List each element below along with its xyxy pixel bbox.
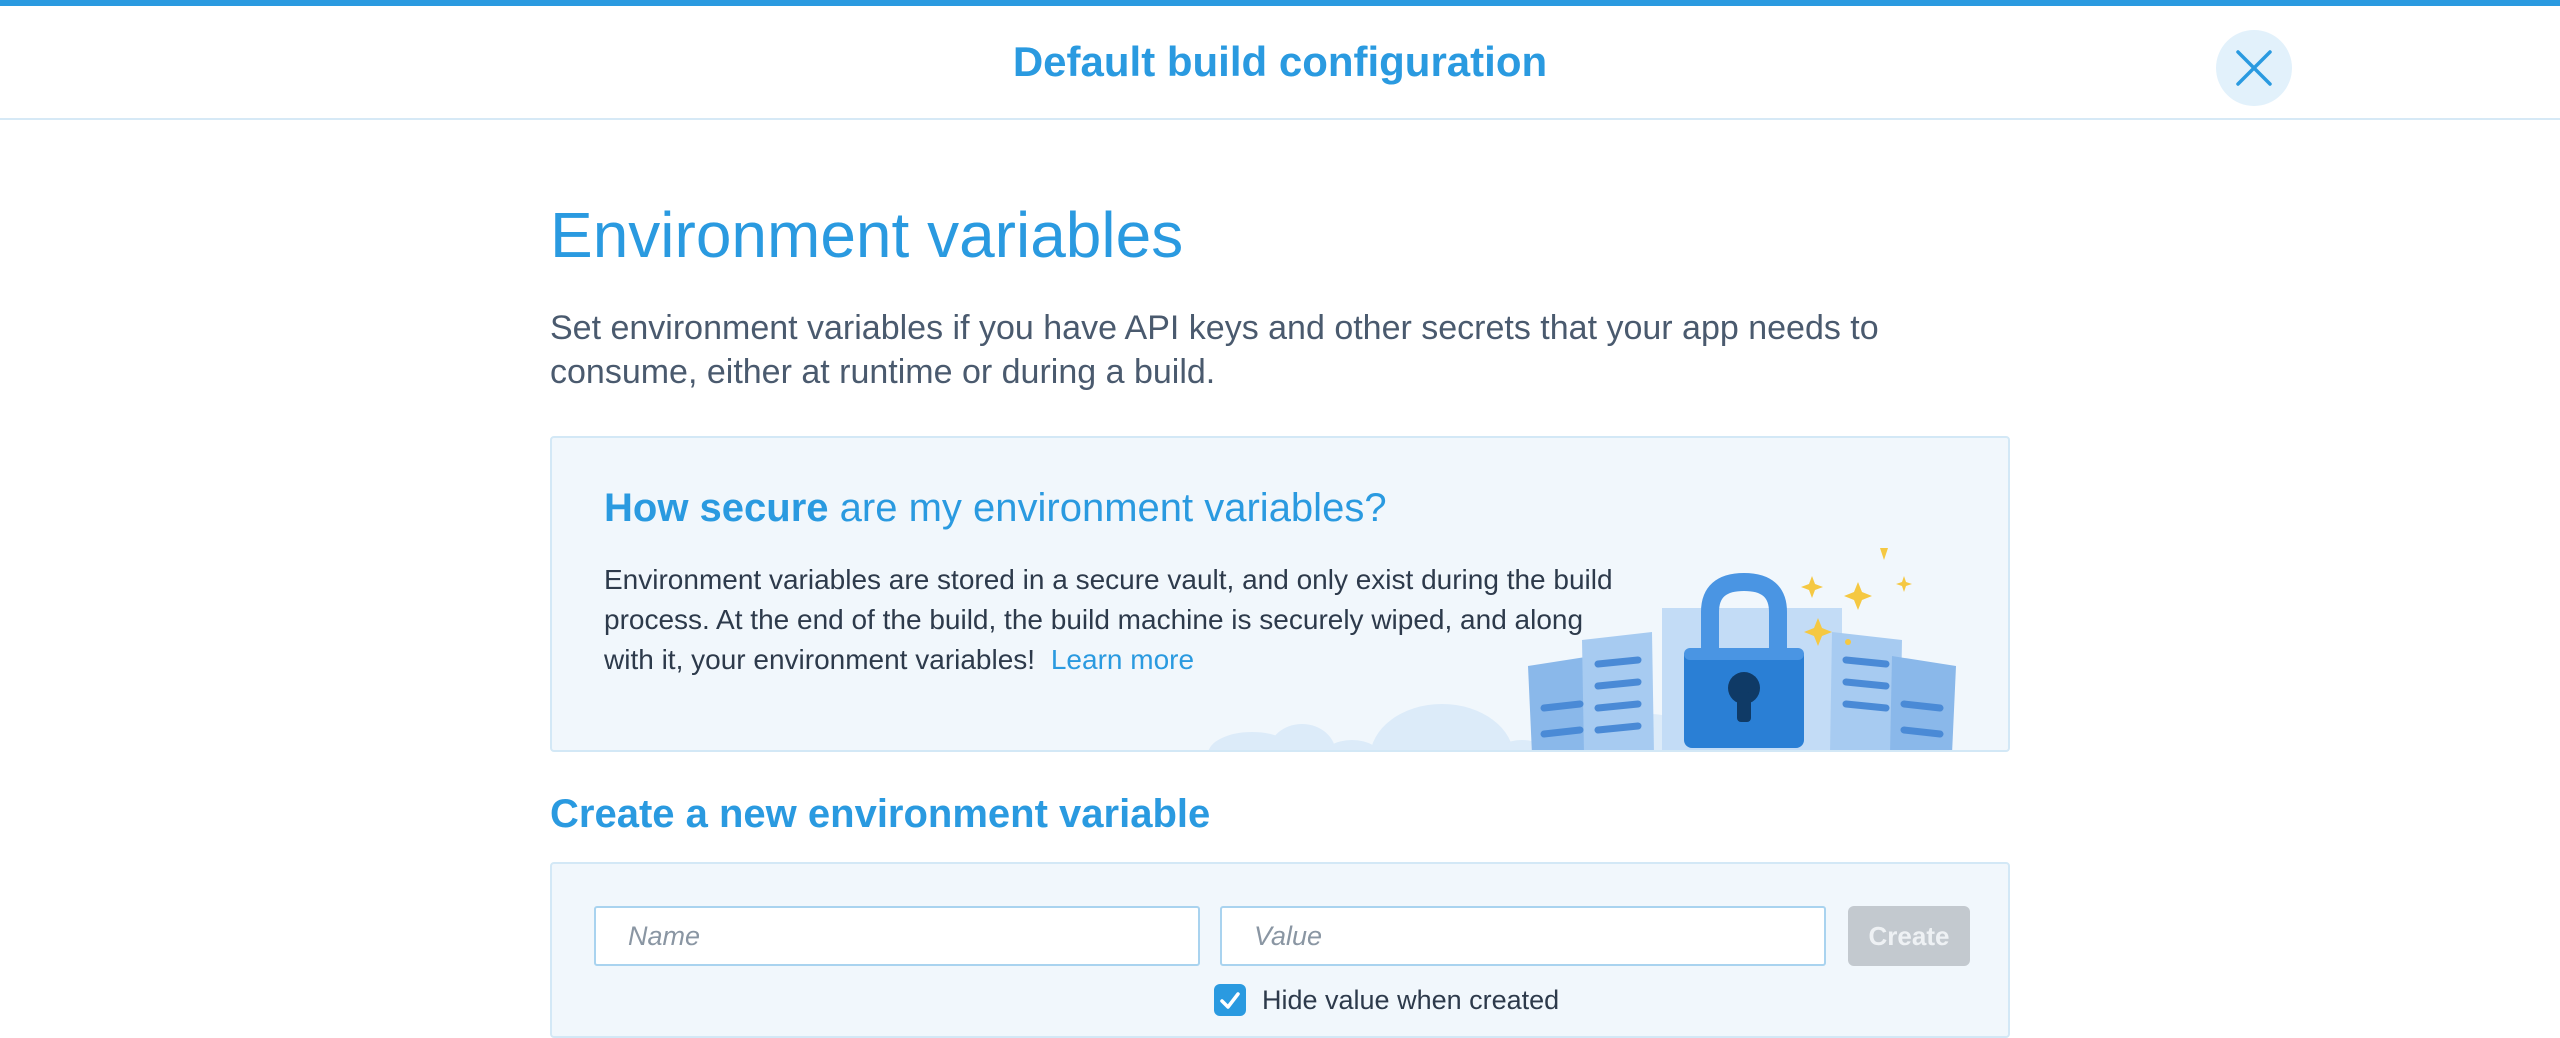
create-heading-rest: environment variable	[796, 792, 1211, 836]
close-icon	[2236, 50, 2272, 86]
info-heading-rest: are my environment variables?	[828, 486, 1387, 530]
info-heading: How secure are my environment variables?	[604, 486, 1387, 531]
hide-value-label: Hide value when created	[1262, 984, 1560, 1015]
intro-text: Set environment variables if you have AP…	[550, 309, 1879, 391]
checkmark-icon	[1220, 992, 1240, 1009]
info-heading-bold: How secure	[604, 486, 829, 530]
create-button[interactable]: Create	[1848, 906, 1970, 966]
name-input[interactable]	[594, 906, 1200, 966]
create-variable-form: Create Hide value when created	[550, 862, 2010, 1038]
padlock-vault-illustration	[1208, 548, 1956, 750]
hide-value-checkbox[interactable]	[1214, 984, 1246, 1016]
learn-more-link[interactable]: Learn more	[1051, 644, 1194, 675]
close-button[interactable]	[2216, 30, 2292, 106]
security-info-card: How secure are my environment variables?…	[550, 436, 2010, 752]
create-heading-bold: Create a new	[550, 792, 797, 836]
page-title: Environment variables	[550, 199, 1184, 271]
modal-title: Default build configuration	[1012, 38, 1548, 85]
modal-header: Default build configuration	[0, 0, 2560, 120]
value-input[interactable]	[1220, 906, 1826, 966]
hide-value-row: Hide value when created	[1214, 982, 1559, 1018]
create-heading: Create a new environment variable	[550, 792, 1210, 837]
